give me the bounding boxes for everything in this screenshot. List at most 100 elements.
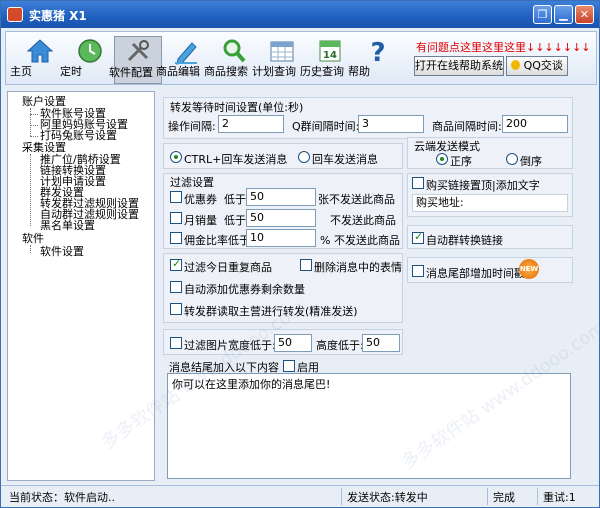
- tree-connector: [30, 125, 38, 126]
- send-mode-panel: CTRL+回车发送消息 回车发送消息: [163, 143, 403, 169]
- qq-chat-button[interactable]: QQ交谈: [506, 56, 568, 76]
- commission-rate-checkbox[interactable]: [170, 232, 182, 244]
- restore-button[interactable]: ❐: [533, 5, 552, 24]
- toolbar-help-label: 帮助: [348, 65, 370, 78]
- buy-link-top-checkbox[interactable]: [412, 177, 424, 189]
- monthly-sales-input[interactable]: 50: [246, 209, 316, 227]
- toolbar-search-button[interactable]: 商品搜索: [204, 36, 258, 84]
- home-icon: [26, 39, 54, 63]
- main-toolbar: 主页 定时 软件配置 商品编辑 商品搜索 计划查询 14 历史查询 ? 帮助 有…: [5, 31, 597, 85]
- calendar-14-icon: 14: [319, 40, 341, 62]
- tree-group-software[interactable]: 软件: [22, 233, 44, 245]
- qq-icon: [511, 60, 521, 70]
- filter-duplicate-label: 过滤今日重复商品: [184, 261, 272, 274]
- commission-suffix-label: % 不发送此商品: [320, 234, 400, 247]
- image-width-input[interactable]: 50: [274, 334, 312, 352]
- desc-label: 倒序: [520, 155, 542, 168]
- svg-text:?: ?: [370, 38, 385, 65]
- filter-title: 过滤设置: [170, 176, 214, 189]
- tail-time-panel: 消息尾部增加时间戳: [407, 257, 573, 283]
- image-height-input[interactable]: 50: [362, 334, 400, 352]
- coupon-filter-input[interactable]: 50: [246, 188, 316, 206]
- toolbar-plan-label: 计划查询: [252, 65, 296, 78]
- pen-icon: [175, 42, 197, 65]
- qq-chat-label: QQ交谈: [523, 59, 563, 72]
- status-separator: [537, 488, 538, 505]
- toolbar-history-button[interactable]: 14 历史查询: [300, 36, 354, 84]
- toolbar-home-button[interactable]: 主页: [10, 36, 64, 84]
- window-title: 实惠猪 X1: [29, 9, 87, 23]
- image-filter-checkbox[interactable]: [170, 337, 182, 349]
- monthly-sales-checkbox[interactable]: [170, 212, 182, 224]
- product-interval-label: 商品间隔时间:: [432, 120, 502, 133]
- auto-group-link-label: 自动群转换链接: [426, 234, 503, 247]
- tree-item-blacklist[interactable]: 黑名单设置: [40, 220, 95, 232]
- status-separator: [341, 488, 342, 505]
- monthly-sales-cond-label: 低于: [224, 214, 246, 227]
- delete-emoji-label: 删除消息中的表情: [314, 261, 402, 274]
- asc-label: 正序: [450, 155, 472, 168]
- asc-radio[interactable]: [436, 153, 448, 165]
- commission-rate-label: 佣金比率低于: [184, 234, 250, 247]
- done-status-text: 完成: [493, 491, 515, 504]
- wait-settings-title: 转发等待时间设置(单位:秒): [170, 101, 304, 114]
- auto-group-link-panel: 自动群转换链接: [407, 225, 573, 249]
- toolbar-plan-button[interactable]: 计划查询: [252, 36, 306, 84]
- buy-link-top-label: 购买链接置顶|添加文字: [426, 179, 540, 192]
- close-icon: ✕: [579, 8, 590, 21]
- toolbar-edit-button[interactable]: 商品编辑: [156, 36, 210, 84]
- buy-address-input[interactable]: 购买地址:: [412, 194, 568, 212]
- open-help-system-button[interactable]: 打开在线帮助系统: [414, 56, 504, 76]
- product-interval-input[interactable]: 200: [502, 115, 568, 133]
- op-interval-label: 操作间隔:: [168, 120, 216, 133]
- title-bar[interactable]: 实惠猪 X1 ❐ ▁ ✕: [1, 1, 599, 28]
- ctrl-enter-radio[interactable]: [170, 151, 182, 163]
- tree-connector: [30, 154, 31, 226]
- minimize-icon: ▁: [559, 8, 568, 21]
- coupon-cond-label: 低于: [224, 193, 246, 206]
- current-status-text: 当前状态：软件启动..: [9, 491, 115, 504]
- q-group-interval-input[interactable]: 3: [358, 115, 424, 133]
- send-status-text: 发送状态:转发中: [347, 491, 428, 504]
- filter-duplicate-checkbox[interactable]: [170, 257, 182, 271]
- app-window: 实惠猪 X1 ❐ ▁ ✕ 主页 定时 软件配置 商品编辑 商品搜索 计划查询 1…: [0, 0, 600, 508]
- monthly-sales-label: 月销量: [184, 214, 217, 227]
- toolbar-history-label: 历史查询: [300, 65, 344, 78]
- tree-item-software-settings[interactable]: 软件设置: [40, 246, 84, 258]
- toolbar-config-button[interactable]: 软件配置: [109, 36, 162, 84]
- status-separator: [487, 488, 488, 505]
- help-icon: ?: [370, 38, 385, 65]
- app-logo-icon: [7, 7, 23, 22]
- cloud-mode-title: 云端发送模式: [414, 140, 480, 153]
- enter-radio[interactable]: [298, 151, 310, 163]
- delete-emoji-checkbox[interactable]: [300, 259, 312, 271]
- retry-count-text: 重试:1: [543, 491, 576, 504]
- forward-group-checkbox[interactable]: [170, 303, 182, 315]
- coupon-filter-checkbox[interactable]: [170, 191, 182, 203]
- tree-connector: [30, 114, 38, 115]
- close-button[interactable]: ✕: [575, 5, 594, 24]
- toolbar-timer-button[interactable]: 定时: [60, 36, 114, 84]
- q-group-interval-label: Q群间隔时间:: [292, 120, 360, 133]
- toolbar-home-label: 主页: [10, 65, 32, 78]
- enter-label: 回车发送消息: [312, 153, 378, 166]
- image-height-label: 高度低于:: [316, 339, 364, 352]
- help-notice-link[interactable]: 有问题点这里这里这里↓↓↓↓↓↓↓: [416, 39, 591, 55]
- tail-time-checkbox[interactable]: [412, 265, 424, 277]
- tree-connector: [30, 136, 38, 137]
- message-tail-enable-checkbox[interactable]: [283, 360, 295, 372]
- auto-coupon-remain-checkbox[interactable]: [170, 281, 182, 293]
- toolbar-config-label: 软件配置: [109, 66, 153, 79]
- auto-group-link-checkbox[interactable]: [412, 230, 424, 244]
- toolbar-help-button[interactable]: ? 帮助: [348, 36, 402, 84]
- op-interval-input[interactable]: 2: [218, 115, 284, 133]
- ctrl-enter-label: CTRL+回车发送消息: [184, 153, 288, 166]
- tail-time-label: 消息尾部增加时间戳: [426, 267, 525, 280]
- minimize-button[interactable]: ▁: [554, 5, 573, 24]
- filter-panel: 过滤设置 优惠券 低于 50 张不发送此商品 月销量 低于 50 不发送此商品 …: [163, 173, 403, 249]
- cloud-mode-panel: 云端发送模式 正序 倒序: [407, 137, 573, 169]
- desc-radio[interactable]: [506, 153, 518, 165]
- buy-link-panel: 购买链接置顶|添加文字 购买地址:: [407, 173, 573, 217]
- commission-rate-input[interactable]: 10: [246, 229, 316, 247]
- tree-connector: [30, 245, 31, 253]
